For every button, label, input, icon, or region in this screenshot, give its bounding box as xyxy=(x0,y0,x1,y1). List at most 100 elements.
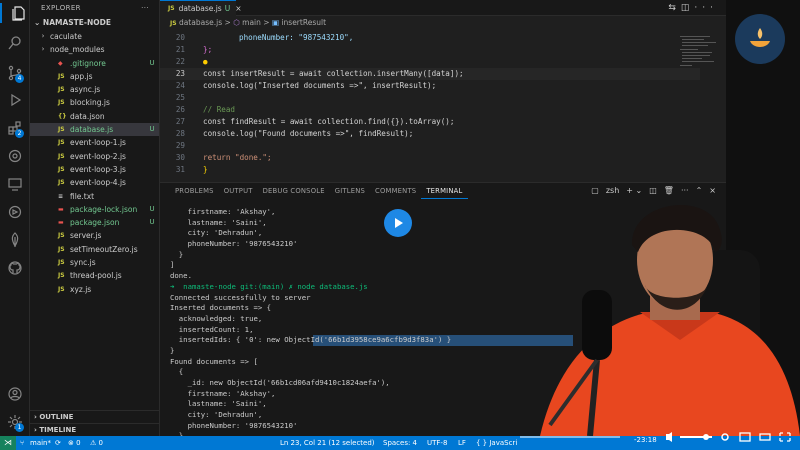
tab-output[interactable]: OUTPUT xyxy=(219,183,258,199)
video-progress-track[interactable] xyxy=(520,436,620,438)
code-comment: // Read xyxy=(203,105,236,114)
file-tree-item[interactable]: JS blocking.js xyxy=(30,96,159,109)
file-tree-item[interactable]: ▬ package-lock.json U xyxy=(30,203,159,216)
code-text: console.log("Found documents =>", findRe… xyxy=(203,129,414,138)
volume-icon[interactable] xyxy=(666,432,672,442)
compare-icon[interactable]: ⇆ xyxy=(668,3,681,13)
github-actions-icon[interactable] xyxy=(5,202,25,222)
file-tree-item[interactable]: JS server.js xyxy=(30,229,159,242)
file-tree-item[interactable]: › caculate xyxy=(30,30,159,43)
workspace-folder-header[interactable]: ⌄ NAMASTE-NODE xyxy=(30,16,159,30)
file-tree-item[interactable]: JS async.js xyxy=(30,83,159,96)
theater-icon[interactable] xyxy=(759,433,771,441)
file-tree-item[interactable]: ◆ .gitignore U xyxy=(30,57,159,70)
file-tree-item[interactable]: JS thread-pool.js xyxy=(30,269,159,282)
file-tree-item[interactable]: JS sync.js xyxy=(30,256,159,269)
text-file-icon: ≡ xyxy=(58,192,64,200)
file-name: app.js xyxy=(70,71,93,81)
file-tree-item[interactable]: JS event-loop-3.js xyxy=(30,163,159,176)
line-number: 22 xyxy=(175,57,185,66)
source-control-icon[interactable]: 4 xyxy=(5,63,25,83)
more-actions-icon[interactable]: ··· xyxy=(694,3,718,13)
line-number: 31 xyxy=(175,165,185,174)
run-debug-icon[interactable] xyxy=(5,90,25,110)
code-text: return "done."; xyxy=(203,153,272,162)
channel-logo xyxy=(735,14,785,64)
file-tree-item[interactable]: JS xyz.js xyxy=(30,283,159,296)
timeline-section[interactable]: › TIMELINE xyxy=(30,423,160,436)
presenter-webcam xyxy=(540,204,800,436)
file-tree-item[interactable]: JS database.js U xyxy=(30,123,159,137)
video-controls xyxy=(520,432,791,442)
mongodb-icon[interactable] xyxy=(5,230,25,250)
file-tree-item[interactable]: JS event-loop-4.js xyxy=(30,176,159,189)
settings-icon[interactable] xyxy=(721,433,729,441)
search-icon[interactable] xyxy=(5,33,25,53)
file-tree-item[interactable]: JS app.js xyxy=(30,70,159,83)
remote-icon[interactable]: ⋊ xyxy=(0,436,16,450)
remote-explorer-icon[interactable] xyxy=(5,174,25,194)
js-file-icon: JS xyxy=(170,20,177,27)
git-status: U xyxy=(149,58,155,67)
account-icon[interactable] xyxy=(5,384,25,404)
more-actions-icon[interactable]: ··· xyxy=(141,0,149,16)
tab-comments[interactable]: COMMENTS xyxy=(370,183,421,199)
volume-knob[interactable] xyxy=(703,434,709,440)
error-count[interactable]: ⊗ 0 xyxy=(68,436,81,450)
file-tree-item[interactable]: JS event-loop-2.js xyxy=(30,150,159,163)
split-editor-icon[interactable]: ◫ xyxy=(681,3,695,13)
code-line-21: 21}; xyxy=(160,44,700,56)
indentation[interactable]: Spaces: 4 xyxy=(383,436,417,450)
file-name: event-loop-3.js xyxy=(70,164,126,174)
file-name: setTimeoutZero.js xyxy=(70,244,138,254)
tab-problems[interactable]: PROBLEMS xyxy=(170,183,219,199)
file-name: file.txt xyxy=(70,191,95,201)
file-name: async.js xyxy=(70,85,101,95)
tab-gitlens[interactable]: GITLENS xyxy=(330,183,370,199)
file-name: database.js xyxy=(70,125,114,135)
file-tree-item[interactable]: JS setTimeoutZero.js xyxy=(30,243,159,256)
git-branch[interactable]: main* xyxy=(30,436,51,450)
sync-icon[interactable]: ⟳ xyxy=(55,436,61,450)
file-tree-item[interactable]: {} data.json xyxy=(30,110,159,123)
chevron-right-icon: › xyxy=(41,45,45,54)
file-tree-item[interactable]: › node_modules xyxy=(30,43,159,56)
file-name: thread-pool.js xyxy=(70,271,122,281)
tab-database-js[interactable]: JS database.js U × xyxy=(160,0,242,16)
fullscreen-icon[interactable] xyxy=(779,432,791,442)
explorer-sidebar: EXPLORER ··· ⌄ NAMASTE-NODE › caculate › no… xyxy=(30,0,160,436)
code-editor[interactable]: 20 phoneNumber: "987543210", 21}; 22 ● 23 c… xyxy=(160,30,726,182)
minimap[interactable] xyxy=(676,30,726,182)
extensions-icon[interactable]: 2 xyxy=(5,118,25,138)
breadcrumb-file[interactable]: database.js xyxy=(179,18,222,27)
breadcrumb-variable[interactable]: insertResult xyxy=(281,18,326,27)
settings-gear-icon[interactable]: 1 xyxy=(5,412,25,432)
outline-section[interactable]: › OUTLINE xyxy=(30,410,160,423)
miniplayer-icon[interactable] xyxy=(739,432,751,442)
file-tree-item[interactable]: JS event-loop-1.js xyxy=(30,136,159,149)
end-of-line[interactable]: LF xyxy=(458,436,466,450)
gitlens-icon[interactable] xyxy=(5,146,25,166)
js-file-icon: JS xyxy=(58,86,65,94)
explorer-icon[interactable] xyxy=(0,3,30,23)
language-mode[interactable]: { } JavaScri xyxy=(476,436,517,450)
outline-label: OUTLINE xyxy=(39,413,74,421)
code-line-22: 22 ● xyxy=(160,56,700,68)
file-tree-item[interactable]: ▬ package.json U xyxy=(30,216,159,229)
js-file-icon: JS xyxy=(58,99,65,107)
encoding[interactable]: UTF-8 xyxy=(427,436,447,450)
explorer-title-label: EXPLORER xyxy=(41,4,81,12)
play-button[interactable] xyxy=(384,209,412,237)
github-icon[interactable] xyxy=(5,258,25,278)
code-text: console.log("Inserted documents =>", ins… xyxy=(203,81,437,90)
tab-debug-console[interactable]: DEBUG CONSOLE xyxy=(258,183,330,199)
close-icon[interactable]: × xyxy=(235,4,241,13)
cursor-position[interactable]: Ln 23, Col 21 (12 selected) xyxy=(280,436,375,450)
warning-count[interactable]: ⚠ 0 xyxy=(90,436,103,450)
breadcrumb-function[interactable]: main xyxy=(242,18,261,27)
lightbulb-icon[interactable]: ● xyxy=(203,57,208,66)
file-tree-item[interactable]: ≡ file.txt xyxy=(30,190,159,203)
chevron-right-icon: › xyxy=(34,413,37,421)
tab-terminal[interactable]: TERMINAL xyxy=(421,183,468,199)
editor-tab-bar: JS database.js U × ⇆◫··· xyxy=(160,0,726,16)
